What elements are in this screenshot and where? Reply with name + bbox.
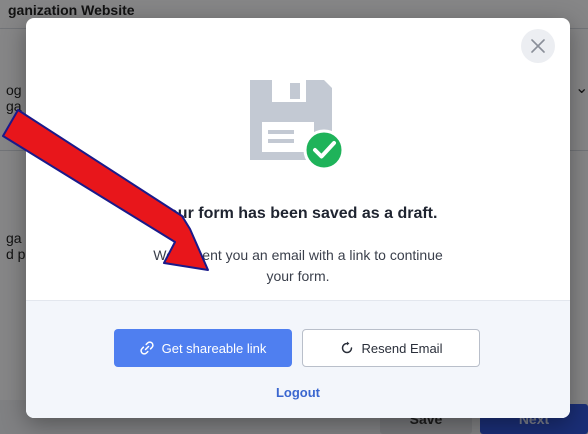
close-icon	[531, 39, 545, 53]
modal-footer: Get shareable link Resend Email Logout	[26, 300, 570, 418]
share-button-label: Get shareable link	[161, 340, 267, 356]
bg-fragment: ga	[6, 98, 22, 114]
draft-saved-modal: Your form has been saved as a draft. We'…	[26, 18, 570, 418]
check-circle-icon	[303, 129, 345, 171]
get-shareable-link-button[interactable]: Get shareable link	[114, 329, 292, 367]
chevron-down-icon: ⌄	[575, 80, 588, 97]
resend-email-button[interactable]: Resend Email	[302, 329, 480, 367]
floppy-disk-icon	[250, 80, 345, 171]
link-icon	[139, 341, 154, 355]
bg-header-text: ganization Website	[8, 2, 135, 18]
resend-button-label: Resend Email	[361, 340, 443, 356]
bg-fragment: ga	[6, 230, 22, 246]
bg-fragment: og	[6, 82, 22, 98]
logout-link[interactable]: Logout	[26, 385, 570, 400]
refresh-icon	[340, 341, 354, 355]
saved-illustration	[246, 70, 346, 171]
modal-message: We've sent you an email with a link to c…	[153, 247, 443, 284]
bg-fragment: d p	[6, 246, 26, 262]
modal-title: Your form has been saved as a draft.	[158, 205, 438, 222]
close-button[interactable]	[521, 29, 555, 63]
